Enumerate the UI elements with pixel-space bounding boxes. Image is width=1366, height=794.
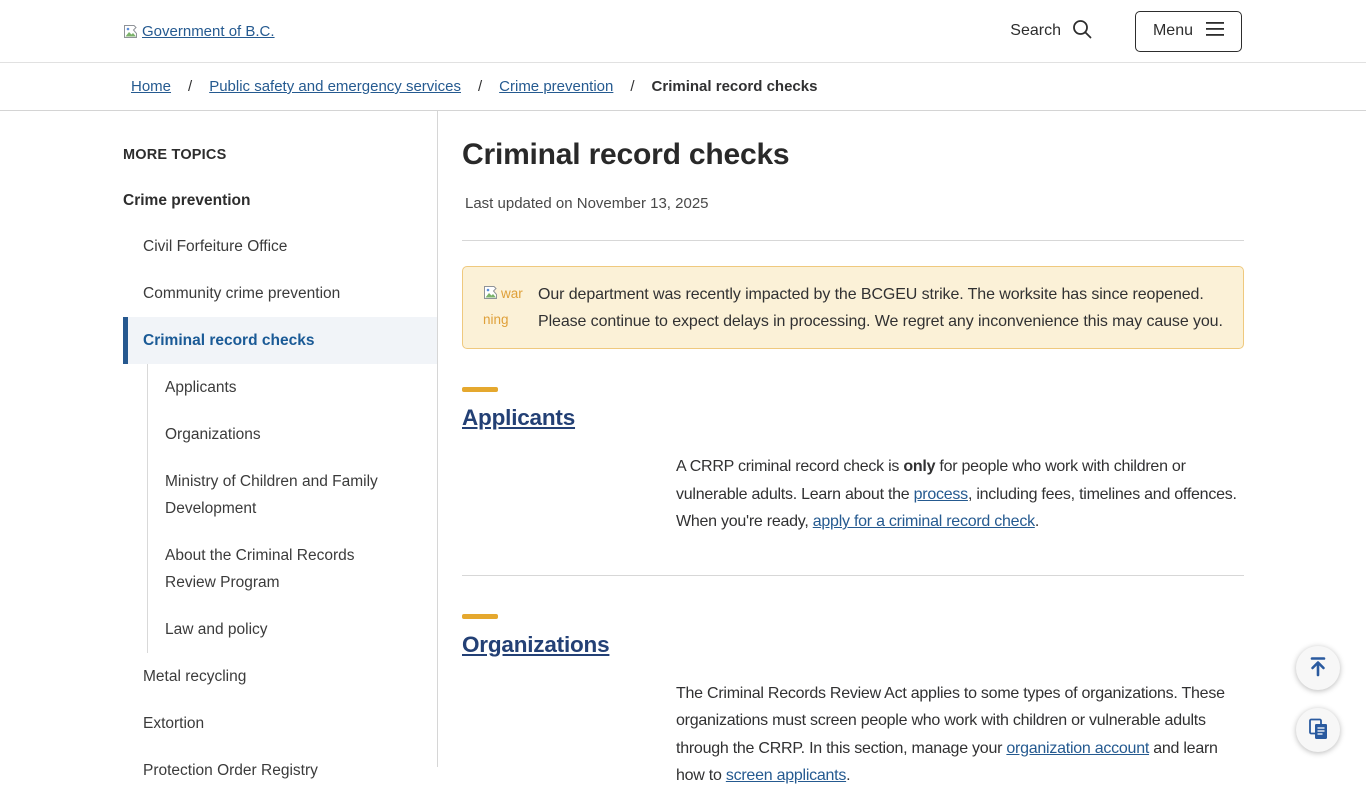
- search-label: Search: [1010, 22, 1061, 40]
- inline-link[interactable]: screen applicants: [726, 767, 846, 784]
- section-heading-organizations: Organizations: [462, 632, 1244, 658]
- applicants-paragraph: A CRRP criminal record check is only for…: [676, 453, 1244, 536]
- search-button[interactable]: Search: [1004, 17, 1099, 46]
- sidebar-item-protection-order-registry[interactable]: Protection Order Registry: [123, 747, 437, 794]
- bold-text: only: [903, 458, 935, 475]
- sidebar-item-ministry-children-family[interactable]: Ministry of Children and Family Developm…: [148, 458, 437, 532]
- sidebar-item-criminal-record-checks[interactable]: Criminal record checks: [123, 317, 437, 364]
- hamburger-icon: [1206, 22, 1224, 41]
- breadcrumb-link-public-safety[interactable]: Public safety and emergency services: [209, 78, 461, 95]
- inline-link[interactable]: process: [914, 486, 968, 503]
- sidebar-item-metal-recycling[interactable]: Metal recycling: [123, 653, 437, 700]
- breadcrumb-current-page: Criminal record checks: [652, 78, 818, 95]
- gold-accent-bar: [462, 387, 498, 392]
- gold-accent-bar: [462, 614, 498, 619]
- sidebar-item-civil-forfeiture-office[interactable]: Civil Forfeiture Office: [123, 223, 437, 270]
- sidebar-item-law-and-policy[interactable]: Law and policy: [148, 606, 437, 653]
- search-icon: [1071, 18, 1093, 45]
- sidebar-item-community-crime-prevention[interactable]: Community crime prevention: [123, 270, 437, 317]
- breadcrumb-separator: /: [188, 78, 192, 95]
- breadcrumb: Home / Public safety and emergency servi…: [0, 63, 1366, 111]
- section-applicants: Applicants A CRRP criminal record check …: [462, 387, 1244, 536]
- inline-link[interactable]: organization account: [1006, 740, 1149, 757]
- sidebar-topic-list: Civil Forfeiture Office Community crime …: [123, 223, 437, 794]
- organizations-heading-link[interactable]: Organizations: [462, 632, 609, 657]
- warning-broken-image: warning: [483, 281, 525, 335]
- copy-icon: [1308, 718, 1329, 743]
- section-organizations: Organizations The Criminal Records Revie…: [462, 614, 1244, 790]
- sidebar-item-extortion[interactable]: Extortion: [123, 700, 437, 747]
- copy-page-button[interactable]: [1296, 708, 1340, 752]
- header-actions: Search Menu: [1004, 11, 1242, 52]
- broken-image-icon: [123, 24, 140, 39]
- breadcrumb-link-home[interactable]: Home: [131, 78, 171, 95]
- breadcrumb-separator: /: [630, 78, 634, 95]
- sidebar-item-about-crrp[interactable]: About the Criminal Records Review Progra…: [148, 532, 437, 606]
- sidebar-item-crime-prevention[interactable]: Crime prevention: [123, 192, 437, 210]
- menu-label: Menu: [1153, 22, 1193, 40]
- applicants-heading-link[interactable]: Applicants: [462, 405, 575, 430]
- site-header: Government of B.C. Search Menu: [0, 0, 1366, 63]
- main-content: Criminal record checks Last updated on N…: [438, 111, 1366, 767]
- inline-link[interactable]: apply for a criminal record check: [813, 513, 1035, 530]
- floating-action-buttons: [1296, 646, 1340, 752]
- alert-message: Our department was recently impacted by …: [538, 281, 1223, 335]
- menu-button[interactable]: Menu: [1135, 11, 1242, 52]
- sidebar-subtopic-list: Applicants Organizations Ministry of Chi…: [147, 364, 437, 653]
- section-body: A CRRP criminal record check is only for…: [676, 453, 1244, 536]
- arrow-up-icon: [1307, 656, 1329, 681]
- last-updated-text: Last updated on November 13, 2025: [465, 195, 1244, 212]
- organizations-paragraph: The Criminal Records Review Act applies …: [676, 680, 1244, 790]
- sidebar-section-label: MORE TOPICS: [123, 147, 437, 163]
- breadcrumb-separator: /: [478, 78, 482, 95]
- sidebar-item-organizations[interactable]: Organizations: [148, 411, 437, 458]
- section-heading-applicants: Applicants: [462, 405, 1244, 431]
- divider: [462, 575, 1244, 576]
- sidebar-item-applicants[interactable]: Applicants: [148, 364, 437, 411]
- section-body: The Criminal Records Review Act applies …: [676, 680, 1244, 790]
- breadcrumb-link-crime-prevention[interactable]: Crime prevention: [499, 78, 613, 95]
- divider: [462, 240, 1244, 241]
- sidebar-nav: MORE TOPICS Crime prevention Civil Forfe…: [0, 111, 438, 767]
- page-title: Criminal record checks: [462, 138, 1244, 172]
- logo-alt-text: Government of B.C.: [142, 23, 275, 40]
- government-bc-logo-link[interactable]: Government of B.C.: [123, 23, 275, 40]
- back-to-top-button[interactable]: [1296, 646, 1340, 690]
- warning-alert-banner: warning Our department was recently impa…: [462, 266, 1244, 349]
